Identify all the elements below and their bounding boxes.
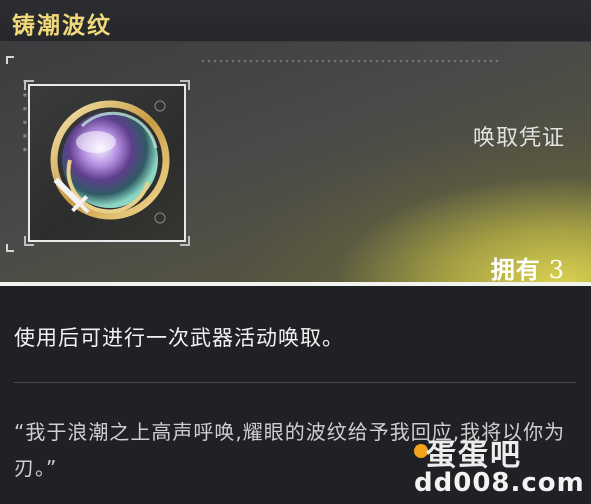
site-watermark: 蛋蛋吧 dd008.com xyxy=(414,426,584,500)
card-corner-bracket xyxy=(6,56,14,64)
item-category-label: 唤取凭证 xyxy=(472,126,565,151)
card-corner-bracket xyxy=(6,244,14,252)
weapon-orb-icon xyxy=(50,100,170,224)
item-card: ▪ ▪ ▪ ▪ ▪ ▪ 唤取凭证 拥有 3 xyxy=(0,42,591,286)
decorative-side-text: ▪ ▪ ▪ ▪ ▪ ▪ xyxy=(20,77,29,152)
item-description: 使用后可进行一次武器活动唤取。 xyxy=(14,326,344,350)
owned-count: 拥有 3 xyxy=(491,250,565,285)
owned-label: 拥有 xyxy=(490,256,541,284)
header-bar: 铸潮波纹 xyxy=(0,0,591,42)
watermark-domain: dd008.com xyxy=(414,468,585,498)
section-divider xyxy=(14,382,576,383)
decorative-dot-row xyxy=(200,58,500,64)
owned-number: 3 xyxy=(548,256,565,284)
page-title: 铸潮波纹 xyxy=(12,13,112,39)
item-icon-frame[interactable] xyxy=(24,80,190,246)
card-bottom-line xyxy=(0,282,591,286)
